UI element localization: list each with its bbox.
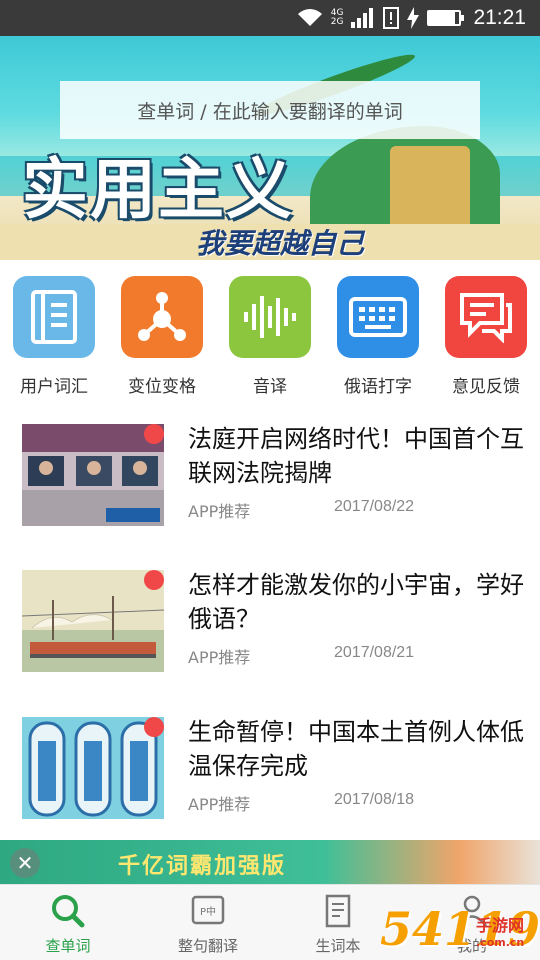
article-title: 怎样才能激发你的小宇宙，学好俄语？: [188, 571, 524, 633]
search-placeholder: 查单词 / 在此输入要翻译的单词: [137, 100, 403, 123]
article-category: APP推荐: [188, 795, 251, 814]
tab-sentence-translate[interactable]: P中 整句翻译: [148, 885, 268, 960]
article-category: APP推荐: [188, 502, 251, 521]
article-date: 2017/08/21: [334, 644, 415, 661]
article-category: APP推荐: [188, 648, 251, 667]
banner[interactable]: 实用主义 我要超越自己 查单词 / 在此输入要翻译的单词: [0, 36, 540, 260]
feature-label: 变位变格: [128, 377, 196, 397]
search-icon: [48, 893, 88, 929]
unread-dot: [144, 570, 164, 590]
feature-feedback[interactable]: 意见反馈: [436, 268, 536, 397]
watermark-domain: .com.cn: [476, 936, 525, 949]
feature-grid: 用户词汇 变位变格 音译 俄语打字 意见反馈: [0, 268, 540, 398]
clock: 21:21: [473, 6, 526, 29]
article-thumbnail: [22, 717, 164, 819]
list-item[interactable]: 怎样才能激发你的小宇宙，学好俄语？ APP推荐 2017/08/21: [0, 570, 540, 680]
feature-user-vocabulary[interactable]: 用户词汇: [4, 268, 104, 397]
charging-icon: [407, 7, 420, 29]
feature-label: 音译: [253, 377, 287, 397]
close-icon[interactable]: ✕: [10, 848, 40, 878]
svg-text:P中: P中: [200, 905, 216, 918]
signal-icon: [351, 8, 375, 28]
article-date: 2017/08/22: [334, 498, 415, 515]
feature-conjugation[interactable]: 变位变格: [112, 268, 212, 397]
promo-banner[interactable]: 千亿词霸加强版 ✕: [0, 840, 540, 884]
article-title: 生命暂停！中国本土首例人体低温保存完成: [188, 718, 524, 780]
keyboard-icon: [337, 276, 419, 358]
promo-text: 千亿词霸加强版: [118, 854, 287, 879]
tab-label: 查单词: [45, 937, 91, 955]
article-thumbnail: [22, 424, 164, 526]
feature-label: 俄语打字: [344, 377, 412, 397]
molecule-icon: [121, 276, 203, 358]
search-input[interactable]: 查单词 / 在此输入要翻译的单词: [60, 81, 480, 139]
article-date: 2017/08/18: [334, 791, 415, 808]
list-item[interactable]: 法庭开启网络时代！中国首个互联网法院揭牌 APP推荐 2017/08/22: [0, 424, 540, 534]
watermark-site-name: 手游网: [476, 916, 525, 935]
notebook-icon: [13, 276, 95, 358]
wordbook-icon: [318, 893, 358, 929]
sentence-translate-icon: P中: [188, 893, 228, 929]
sound-wave-icon: [229, 276, 311, 358]
feature-label: 用户词汇: [20, 377, 88, 397]
sim-alert-icon: [383, 7, 400, 29]
network-bottom-label: 2G: [330, 17, 344, 27]
list-item[interactable]: 生命暂停！中国本土首例人体低温保存完成 APP推荐 2017/08/18: [0, 717, 540, 827]
battery-icon: [427, 10, 465, 26]
banner-subtitle: 我要超越自己: [196, 227, 365, 260]
wifi-icon: [297, 8, 323, 28]
status-bar: 4G 2G 21:21: [0, 0, 540, 36]
battery-level: [429, 12, 455, 24]
site-watermark: 54119 手游网 .com.cn: [380, 898, 540, 960]
unread-dot: [144, 424, 164, 444]
feedback-icon: [445, 276, 527, 358]
tab-lookup[interactable]: 查单词: [8, 885, 128, 960]
banner-title: 实用主义: [22, 151, 294, 228]
feature-transliteration[interactable]: 音译: [220, 268, 320, 397]
feature-label: 意见反馈: [452, 377, 520, 397]
network-type: 4G 2G: [331, 9, 344, 27]
tab-label: 整句翻译: [177, 937, 238, 955]
feature-russian-typing[interactable]: 俄语打字: [328, 268, 428, 397]
unread-dot: [144, 717, 164, 737]
article-title: 法庭开启网络时代！中国首个互联网法院揭牌: [188, 425, 524, 487]
article-thumbnail: [22, 570, 164, 672]
